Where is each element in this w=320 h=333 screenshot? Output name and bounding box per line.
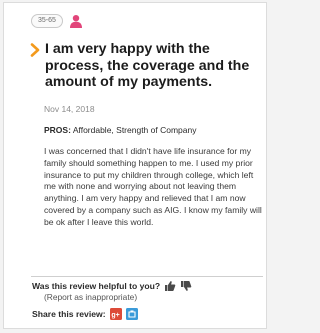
- reviewer-info: 35-65: [31, 13, 83, 29]
- share-label: Share this review:: [32, 309, 106, 319]
- thumbs-up-icon[interactable]: [164, 280, 176, 292]
- review-date: Nov 14, 2018: [44, 104, 95, 114]
- divider: [31, 276, 263, 277]
- thumbs-down-icon[interactable]: [180, 280, 192, 292]
- helpful-question: Was this review helpful to you?: [32, 281, 161, 291]
- review-headline: I am very happy with the process, the co…: [30, 41, 263, 91]
- share-row: Share this review: g+: [32, 308, 138, 320]
- share-icon[interactable]: [125, 308, 138, 320]
- review-body: I was concerned that I didn't have life …: [44, 146, 262, 227]
- review-pros: PROS: Affordable, Strength of Company: [44, 125, 196, 135]
- review-title: I am very happy with the process, the co…: [45, 41, 250, 90]
- age-range-badge: 35-65: [31, 14, 63, 28]
- chevron-right-icon: [30, 43, 40, 57]
- svg-text:g+: g+: [111, 312, 119, 319]
- helpful-row: Was this review helpful to you?: [32, 280, 192, 292]
- pros-label: PROS:: [44, 125, 71, 135]
- google-plus-icon[interactable]: g+: [109, 308, 122, 320]
- review-card: 35-65 I am very happy with the process, …: [3, 2, 267, 329]
- pros-text: Affordable, Strength of Company: [72, 125, 197, 135]
- person-avatar-icon: [69, 15, 82, 28]
- report-inappropriate-link[interactable]: (Report as inappropriate): [44, 292, 137, 302]
